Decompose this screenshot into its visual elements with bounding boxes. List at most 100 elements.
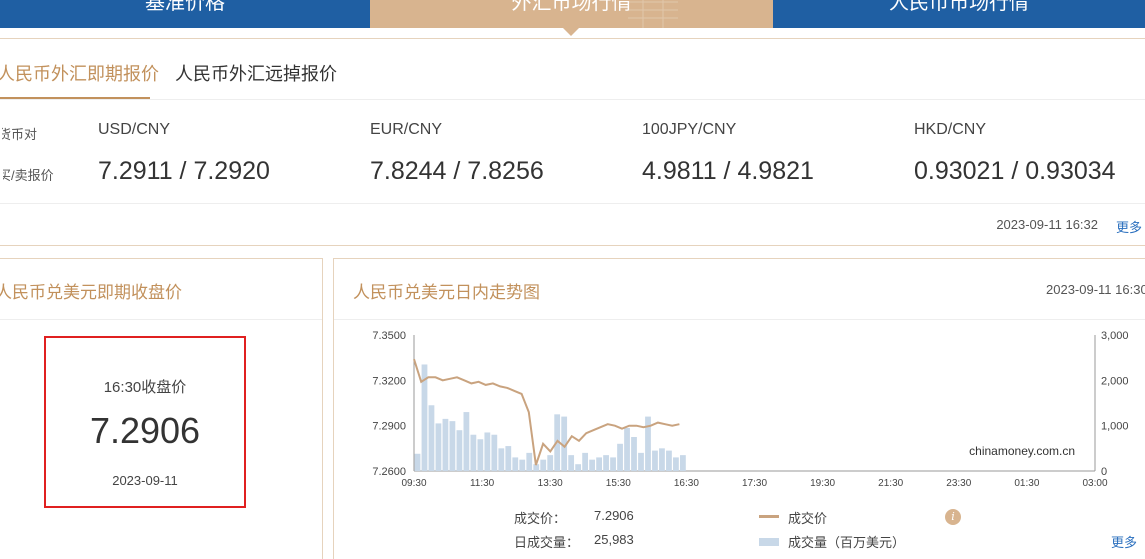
info-icon[interactable]: i — [945, 509, 961, 525]
volume-bar — [526, 452, 533, 471]
volume-bar — [582, 452, 589, 471]
legend-price-label: 成交价 — [788, 511, 828, 526]
x-tick-label: 15:30 — [606, 478, 631, 489]
volume-bar — [414, 453, 421, 471]
volume-bar — [568, 455, 575, 471]
volume-bar — [575, 464, 582, 471]
spot-quote-panel: 人民币外汇即期报价 人民币外汇远掉报价 货币对 买/卖报价 USD/CNY EU… — [0, 38, 1145, 246]
volume-bar — [540, 459, 547, 471]
volume-bar — [519, 459, 526, 471]
volume-bar — [680, 455, 686, 471]
nav-tab-benchmark[interactable]: 基准价格 — [0, 0, 370, 28]
intraday-chart: 7.3500 7.3200 7.2900 7.2600 3,000 2,000 1,000 0… — [372, 330, 1129, 489]
volume-bar — [610, 457, 616, 471]
volume-bar — [631, 437, 637, 471]
closing-panel-title: 人民币兑美元即期收盘价 — [0, 283, 182, 302]
quote-pair-jpy: 100JPY/CNY — [642, 121, 737, 138]
y-left-tick-label: 7.3500 — [372, 330, 406, 342]
chart-more-link[interactable]: 更多 — [1111, 532, 1137, 551]
closing-price-panel: 人民币兑美元即期收盘价 16:30收盘价 7.2906 2023-09-11 — [0, 258, 323, 559]
stat-volume-label: 日成交量： — [514, 535, 580, 550]
volume-bar — [603, 455, 609, 471]
intraday-chart-panel: 人民币兑美元日内走势图 2023-09-11 16:30 7.3500 7.320… — [333, 258, 1145, 559]
stat-volume-value: 25,983 — [594, 532, 634, 547]
x-tick-label: 09:30 — [401, 478, 426, 489]
x-tick-label: 01:30 — [1014, 478, 1039, 489]
x-tick-label: 21:30 — [878, 478, 903, 489]
active-tab-pointer-icon — [563, 28, 579, 36]
nav-tab-label: 基准价格 — [145, 0, 225, 14]
volume-bar — [491, 434, 498, 471]
legend-volume-swatch — [759, 538, 779, 546]
volume-bar — [638, 452, 644, 471]
quote-update-time: 2023-09-11 16:32 — [996, 217, 1098, 232]
quote-price-usd: 7.2911 / 7.2920 — [98, 157, 270, 185]
chart-watermark: chinamoney.com.cn — [969, 444, 1075, 458]
quote-price-jpy: 4.9811 / 4.9821 — [642, 157, 814, 185]
subtab-spot[interactable]: 人民币外汇即期报价 — [0, 60, 159, 86]
x-tick-label: 13:30 — [538, 478, 563, 489]
closing-price-box: 16:30收盘价 7.2906 2023-09-11 — [44, 336, 246, 508]
nav-tab-rmb-market[interactable]: 人民币市场行情 — [773, 0, 1145, 28]
x-tick-label: 11:30 — [470, 478, 495, 489]
volume-bar — [484, 432, 491, 471]
nav-tab-fx-market[interactable]: 外汇市场行情 — [370, 0, 773, 28]
intraday-date: 2023-09-11 16:30 — [1046, 282, 1145, 297]
quote-pair-eur: EUR/CNY — [370, 121, 443, 138]
volume-bar — [470, 434, 477, 471]
volume-bar — [617, 443, 623, 471]
y-right-tick-label: 3,000 — [1101, 330, 1129, 342]
volume-bar — [442, 418, 449, 471]
volume-bar — [512, 457, 519, 471]
closing-price-date: 2023-09-11 — [112, 473, 178, 488]
volume-bar — [547, 455, 554, 471]
x-tick-label: 23:30 — [946, 478, 971, 489]
stat-price-value: 7.2906 — [594, 508, 634, 523]
nav-tab-label: 外汇市场行情 — [511, 0, 632, 14]
row-label-pair: 货币对 — [0, 127, 38, 142]
nav-decoration-icon — [628, 0, 678, 28]
quote-pair-hkd: HKD/CNY — [914, 121, 987, 138]
y-left-tick-label: 7.3200 — [372, 375, 406, 387]
volume-bar — [673, 457, 679, 471]
volume-bar — [463, 412, 470, 471]
volume-bar — [652, 450, 658, 471]
row-label-price: 买/卖报价 — [0, 168, 54, 183]
quote-more-link[interactable]: 更多 — [1116, 217, 1142, 236]
quote-subtabs: 人民币外汇即期报价 人民币外汇远掉报价 — [0, 39, 1145, 99]
divider — [334, 319, 1145, 320]
volume-bar — [435, 423, 442, 471]
legend-price-swatch — [759, 515, 779, 518]
x-tick-label: 19:30 — [810, 478, 835, 489]
intraday-panel-title: 人民币兑美元日内走势图 — [353, 283, 540, 302]
x-tick-label: 03:00 — [1082, 478, 1107, 489]
volume-bar — [596, 457, 602, 471]
y-right-tick-label: 1,000 — [1101, 421, 1129, 433]
volume-bar — [428, 405, 435, 471]
volume-bar — [505, 446, 512, 471]
quote-pair-usd: USD/CNY — [98, 121, 171, 138]
stat-price-label: 成交价： — [514, 511, 567, 526]
quote-price-eur: 7.8244 / 7.8256 — [370, 157, 544, 185]
volume-bar — [624, 427, 630, 471]
x-tick-label: 16:30 — [674, 478, 699, 489]
volume-bar — [645, 416, 651, 471]
closing-price-value: 7.2906 — [89, 410, 201, 451]
volume-bar — [666, 450, 672, 471]
divider — [0, 99, 1145, 100]
divider — [0, 203, 1145, 204]
y-left-tick-label: 7.2900 — [372, 421, 406, 433]
y-right-tick-label: 2,000 — [1101, 375, 1129, 387]
y-left-tick-label: 7.2600 — [372, 466, 406, 478]
x-tick-label: 17:30 — [742, 478, 767, 489]
subtab-swap[interactable]: 人民币外汇远掉报价 — [175, 60, 337, 86]
quote-price-hkd: 0.93021 / 0.93034 — [914, 157, 1116, 185]
y-right-tick-label: 0 — [1101, 466, 1107, 478]
volume-bar — [456, 430, 463, 471]
nav-tab-label: 人民币市场行情 — [889, 0, 1029, 14]
volume-bar — [449, 421, 456, 471]
closing-price-label: 16:30收盘价 — [103, 379, 187, 396]
volume-bar — [498, 448, 505, 471]
volume-bar — [589, 459, 595, 471]
legend-volume-label: 成交量（百万美元） — [788, 535, 906, 550]
